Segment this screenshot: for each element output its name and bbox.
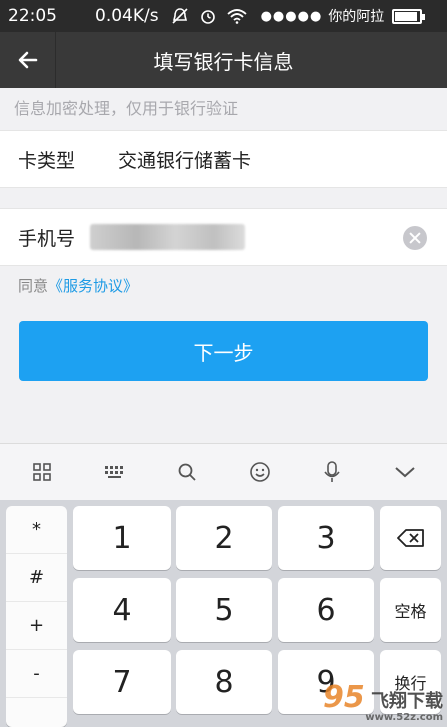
backspace-key[interactable] (380, 506, 441, 570)
chevron-down-icon[interactable] (385, 452, 425, 492)
symbol-column: * # + - (6, 506, 67, 727)
agreement-text: 同意《服务协议》 (18, 275, 138, 296)
key-1[interactable]: 1 (73, 506, 171, 570)
agreement-prefix: 同意 (18, 277, 49, 295)
key-8[interactable]: 8 (176, 650, 272, 714)
watermark-mark: 95 (322, 680, 365, 715)
service-agreement-link[interactable]: 《服务协议》 (48, 277, 138, 295)
watermark-name: 飞翔下载 (371, 691, 443, 712)
search-icon[interactable] (167, 452, 207, 492)
mute-icon (172, 8, 188, 24)
card-type-row[interactable]: 卡类型 交通银行储蓄卡 (0, 130, 447, 188)
arrow-left-icon (18, 51, 37, 69)
phone-input[interactable] (90, 224, 245, 250)
nav-bar: 填写银行卡信息 (0, 32, 447, 88)
symbol-key-hash[interactable]: # (6, 554, 67, 602)
watermark-logo: 95 飞翔下载 www.52z.com (323, 683, 443, 723)
keyboard-icon[interactable] (95, 452, 135, 492)
next-step-button[interactable]: 下一步 (19, 321, 428, 381)
status-time: 22:05 (8, 6, 57, 26)
key-6[interactable]: 6 (278, 578, 374, 642)
status-bar: 22:05 0.04K/s ●●●●● 你的阿拉 (0, 0, 447, 32)
clear-icon[interactable] (403, 226, 427, 250)
security-hint: 信息加密处理，仅用于银行验证 (14, 99, 239, 118)
alarm-icon (200, 10, 215, 24)
phone-row: 手机号 (0, 208, 447, 266)
key-5[interactable]: 5 (176, 578, 272, 642)
microphone-icon[interactable] (312, 452, 352, 492)
numeric-keyboard: * # + - 1 2 3 4 5 6 7 8 9 空格 换行 95 飞翔下载 … (0, 500, 447, 727)
wifi-icon (226, 9, 247, 24)
carrier-name: 你的阿拉 (328, 9, 385, 25)
key-7[interactable]: 7 (73, 650, 171, 714)
backspace-icon (396, 529, 424, 547)
emoji-icon[interactable] (240, 452, 280, 492)
page-title: 填写银行卡信息 (153, 49, 294, 74)
card-type-value: 交通银行储蓄卡 (118, 149, 252, 172)
key-3[interactable]: 3 (278, 506, 374, 570)
card-type-label: 卡类型 (18, 149, 76, 172)
apps-grid-icon[interactable] (22, 452, 62, 492)
phone-label: 手机号 (18, 227, 76, 250)
key-4[interactable]: 4 (73, 578, 171, 642)
status-icons: ●●●●● (171, 7, 323, 25)
status-net-speed: 0.04K/s (95, 6, 159, 26)
battery-icon (392, 8, 426, 24)
symbol-key-star[interactable]: * (6, 506, 67, 554)
keyboard-toolbar (0, 443, 447, 500)
symbol-key-plus[interactable]: + (6, 602, 67, 650)
space-key[interactable]: 空格 (380, 578, 441, 642)
key-2[interactable]: 2 (176, 506, 272, 570)
back-button[interactable] (0, 32, 56, 88)
symbol-key-minus[interactable]: - (6, 650, 67, 698)
signal-icon: ●●●●● (260, 8, 323, 24)
